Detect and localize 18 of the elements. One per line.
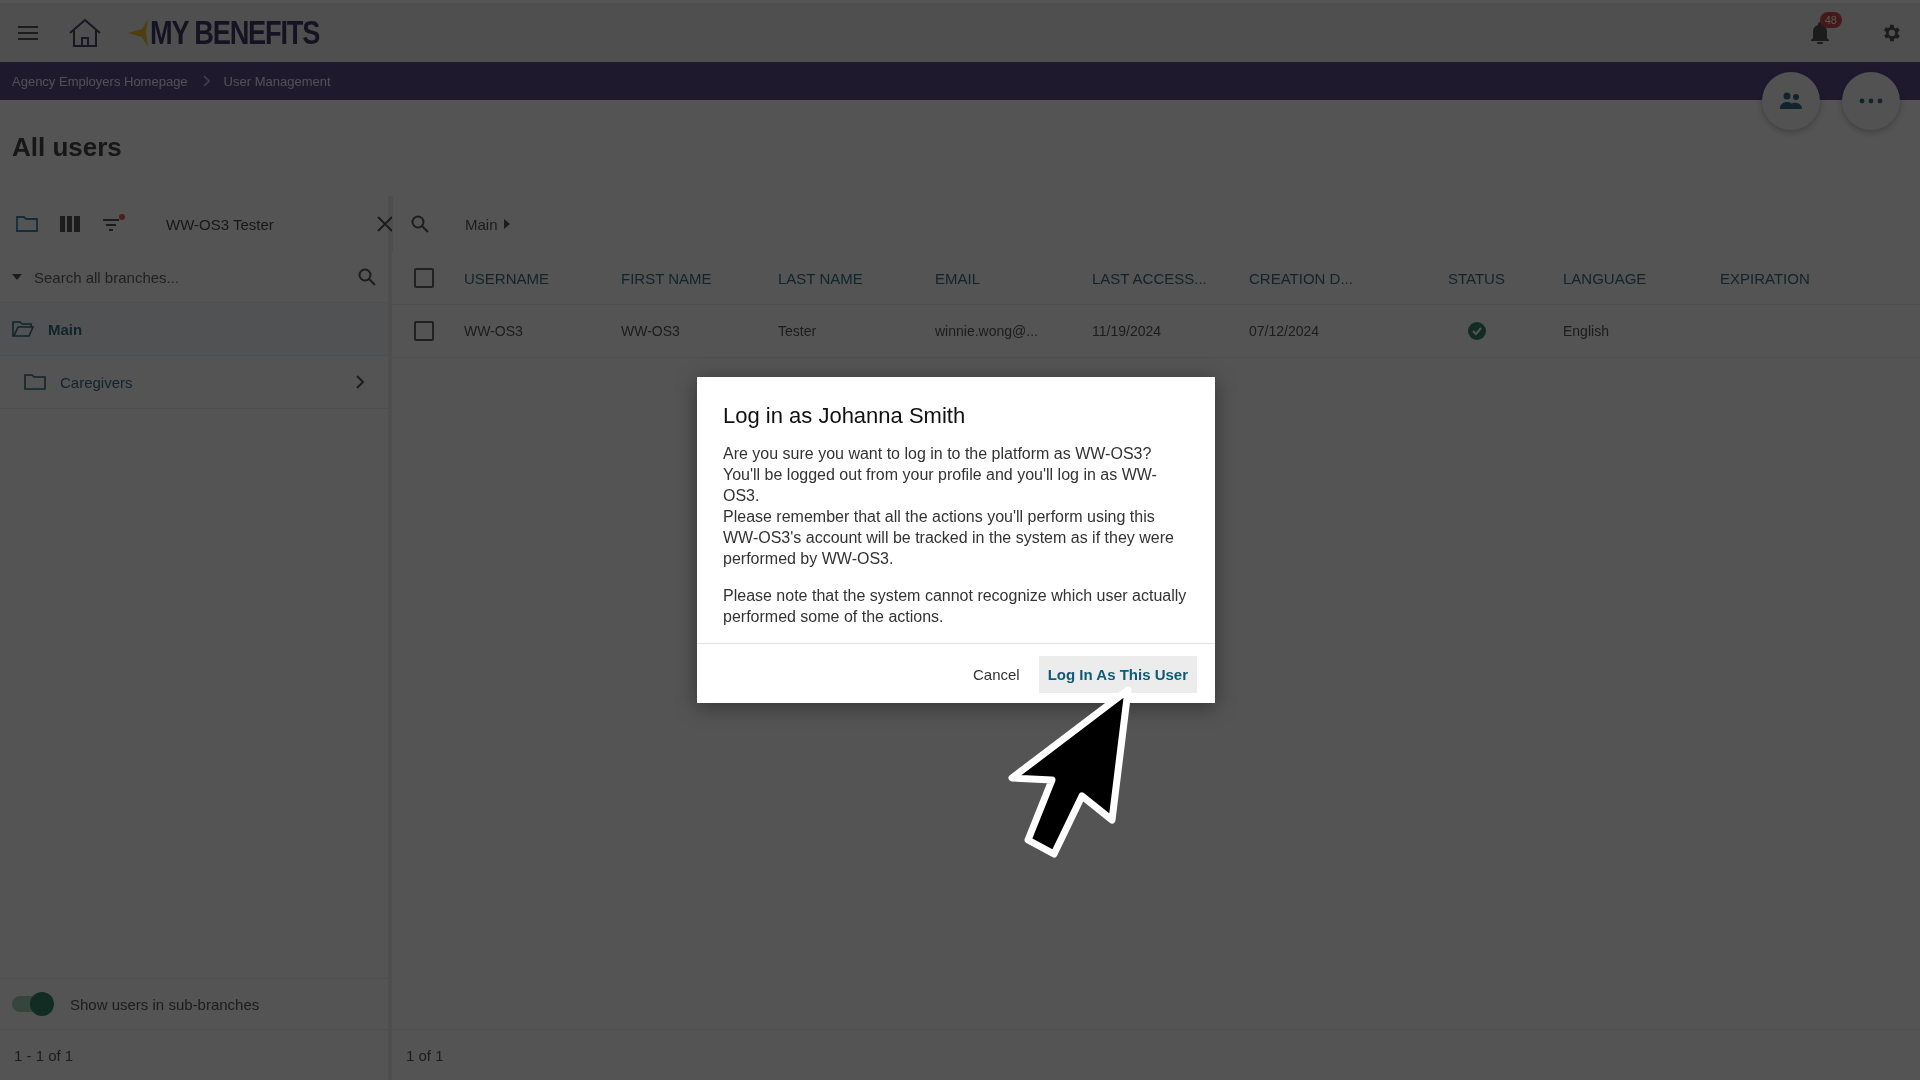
dialog-text: Are you sure you want to log in to the platform as WW-OS3? You'll be logged out from your profile and you'll log in as WW-OS3. Please remember that all the actions you'll perform using this WW-OS3's account will be tracked in the system as if they were performed by WW-OS3.: [723, 444, 1175, 569]
dialog-text: Please note that the system cannot recognize which user actually performed some of the actions.: [723, 586, 1188, 627]
branch-label[interactable]: Main: [465, 215, 498, 233]
page-title: All users: [11, 131, 123, 164]
toggle-label: Show users in sub-branches: [70, 995, 260, 1013]
logo: MY BENEFITS: [150, 13, 320, 52]
table-cell: winnie.wong@...: [935, 323, 1038, 339]
table-cell: Tester: [778, 323, 817, 339]
table-cell: WW-OS3: [621, 323, 680, 339]
pagination-text: 1 of 1: [406, 1046, 444, 1064]
pagination-text: 1 - 1 of 1: [14, 1046, 74, 1064]
table-cell: 07/12/2024: [1249, 323, 1320, 339]
table-cell: WW-OS3: [464, 323, 523, 339]
dialog-title: Log in as Johanna Smith: [722, 402, 967, 430]
confirm-button[interactable]: Log In As This User: [1038, 656, 1197, 693]
cancel-button[interactable]: Cancel: [964, 656, 1029, 693]
table-cell: 11/19/2024: [1092, 323, 1162, 339]
table-cell: English: [1563, 323, 1609, 339]
